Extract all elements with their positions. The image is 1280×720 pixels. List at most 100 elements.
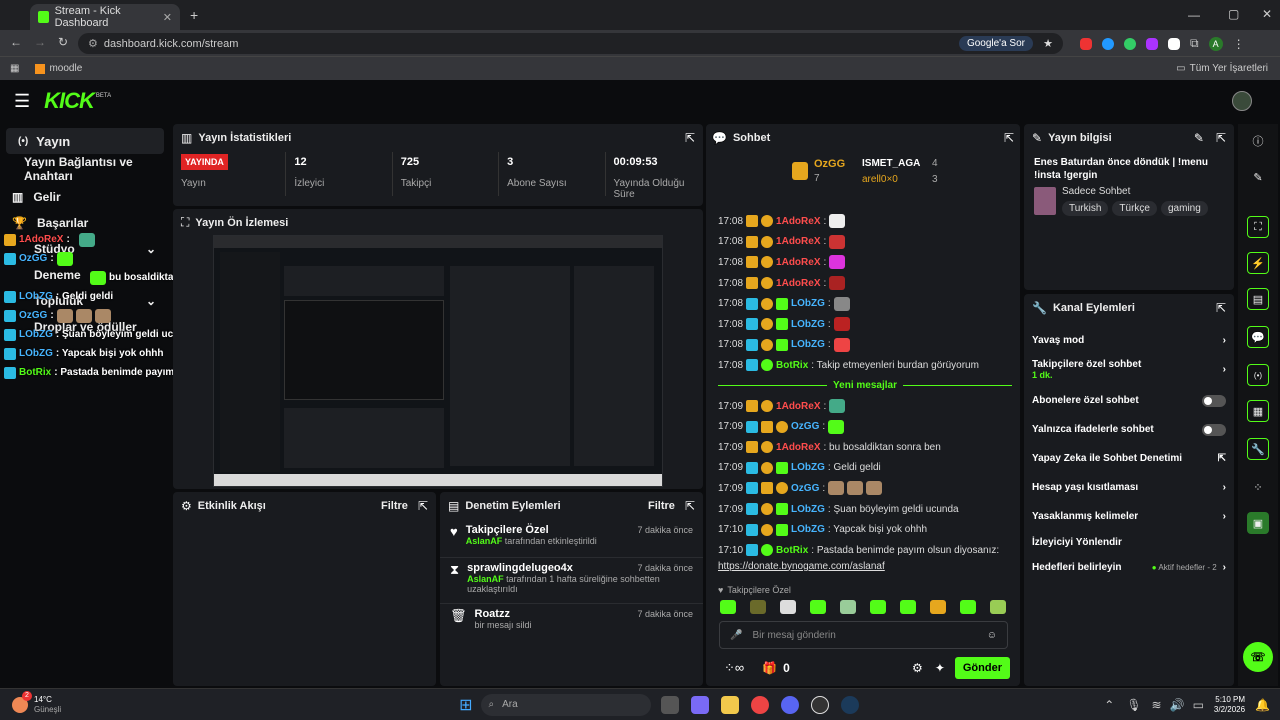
- user-avatar[interactable]: [1232, 91, 1252, 111]
- emote-icon[interactable]: [720, 600, 736, 614]
- channel-action-item[interactable]: Hesap yaşı kısıtlaması ›: [1032, 473, 1226, 502]
- new-tab-icon[interactable]: +: [190, 7, 198, 23]
- extension-icon[interactable]: [1168, 37, 1180, 50]
- message-username[interactable]: 1AdoReX: [776, 278, 820, 289]
- emote-icon[interactable]: [990, 600, 1006, 614]
- community-icon[interactable]: ⁘: [1247, 476, 1269, 498]
- emote-icon[interactable]: [780, 600, 796, 614]
- message-username[interactable]: OzGG: [791, 421, 819, 432]
- popout-icon[interactable]: ⇱: [685, 131, 695, 145]
- back-icon[interactable]: ←: [10, 35, 22, 49]
- support-button[interactable]: ☏: [1243, 642, 1273, 672]
- taskbar-search[interactable]: ⌕ Ara: [480, 693, 651, 716]
- channel-action-item[interactable]: Yapay Zeka ile Sohbet Denetimi ⇱: [1032, 444, 1226, 473]
- discord-icon[interactable]: [780, 695, 799, 714]
- menu-dots-icon[interactable]: ⋮: [1233, 37, 1245, 51]
- mod-item-user[interactable]: AslanAF: [467, 574, 504, 584]
- channel-action-item[interactable]: Abonelere özel sohbet: [1032, 386, 1226, 415]
- mod-item-user[interactable]: AslanAF: [466, 536, 503, 546]
- notification-icon[interactable]: 🔔: [1255, 698, 1270, 712]
- info-icon[interactable]: ⓘ: [1247, 130, 1269, 152]
- message-username[interactable]: 1AdoReX: [776, 216, 820, 227]
- channel-action-item[interactable]: Hedefleri belirleyin ● Aktif hedefler - 2…: [1032, 553, 1226, 582]
- tag[interactable]: Türkçe: [1112, 201, 1157, 216]
- emote-icon[interactable]: [930, 600, 946, 614]
- message-username[interactable]: BotRix: [776, 360, 808, 371]
- message-username[interactable]: LObZG: [791, 339, 825, 350]
- kick-logo[interactable]: KICK: [44, 88, 95, 114]
- minimize-icon[interactable]: —: [1188, 8, 1200, 22]
- filter-button[interactable]: Filtre: [648, 500, 675, 512]
- category-thumbnail[interactable]: [1034, 187, 1056, 215]
- profile-avatar[interactable]: A: [1208, 36, 1223, 51]
- puzzle-icon[interactable]: ⧉: [1190, 36, 1199, 51]
- forward-icon[interactable]: →: [34, 35, 46, 49]
- popout-icon[interactable]: ⇱: [1216, 131, 1226, 145]
- hamburger-icon[interactable]: ☰: [14, 91, 30, 112]
- wrench-icon[interactable]: 🔧: [1247, 438, 1269, 460]
- popout-icon[interactable]: ⇱: [1004, 131, 1014, 145]
- bookmark-moodle[interactable]: moodle: [49, 63, 82, 74]
- sidebar-item-stream-key[interactable]: Yayın Bağlantısı ve Anahtarı: [0, 155, 170, 183]
- message-username[interactable]: 1AdoReX: [776, 257, 820, 268]
- message-username[interactable]: OzGG: [791, 483, 819, 494]
- tag[interactable]: gaming: [1160, 201, 1208, 216]
- sidebar-item-yayin[interactable]: (•) Yayın: [6, 128, 164, 154]
- emoji-icon[interactable]: ☺: [987, 630, 997, 641]
- message-username[interactable]: BotRix: [776, 545, 808, 556]
- toggle-switch[interactable]: [1202, 394, 1226, 407]
- emote-icon[interactable]: [750, 600, 766, 614]
- message-username[interactable]: 1AdoReX: [776, 442, 820, 453]
- mic-icon[interactable]: 🎙: [1126, 698, 1141, 712]
- close-tab-icon[interactable]: ✕: [163, 11, 172, 24]
- taskview-icon[interactable]: [660, 695, 679, 714]
- battery-icon[interactable]: ▭: [1193, 698, 1204, 712]
- edit-icon[interactable]: ✎: [1194, 131, 1204, 145]
- emote-icon[interactable]: [840, 600, 856, 614]
- emote-icon[interactable]: [900, 600, 916, 614]
- toggle-switch[interactable]: [1202, 423, 1226, 436]
- settings-icon[interactable]: ⚙: [912, 661, 923, 675]
- obs-icon[interactable]: [810, 695, 829, 714]
- message-username[interactable]: 1AdoReX: [776, 236, 820, 247]
- filter-button[interactable]: Filtre: [381, 500, 408, 512]
- extension-icon[interactable]: [1102, 37, 1114, 50]
- gift-icon[interactable]: 🎁: [762, 661, 777, 675]
- mic-icon[interactable]: 🎤: [730, 630, 742, 641]
- preview-icon[interactable]: ⛶: [1247, 216, 1269, 238]
- popout-icon[interactable]: ⇱: [418, 499, 428, 513]
- send-button[interactable]: Gönder: [954, 657, 1010, 679]
- message-username[interactable]: LObZG: [791, 462, 825, 473]
- message-username[interactable]: LObZG: [791, 298, 825, 309]
- message-username[interactable]: LObZG: [791, 319, 825, 330]
- channel-action-item[interactable]: İzleyiciyi Yönlendir: [1032, 531, 1226, 553]
- star-icon[interactable]: ★: [1043, 37, 1053, 50]
- site-info-icon[interactable]: ⚙: [88, 37, 98, 50]
- message-username[interactable]: LObZG: [791, 524, 825, 535]
- broadcast-icon[interactable]: (•): [1247, 364, 1269, 386]
- document-icon[interactable]: ▤: [1247, 288, 1269, 310]
- close-window-icon[interactable]: ✕: [1262, 7, 1272, 21]
- message-username[interactable]: 1AdoReX: [776, 401, 820, 412]
- chrome-icon[interactable]: [750, 695, 769, 714]
- tray-chevron-icon[interactable]: ⌃: [1104, 698, 1114, 712]
- volume-icon[interactable]: 🔊: [1170, 698, 1185, 712]
- windows-start-icon[interactable]: ⊞: [459, 695, 472, 715]
- category-name[interactable]: Sadece Sohbet: [1062, 186, 1208, 197]
- maximize-icon[interactable]: ▢: [1228, 7, 1239, 21]
- mod-tools-icon[interactable]: ✦: [935, 661, 945, 675]
- donate-link[interactable]: https://donate.bynogame.com/aslanaf: [718, 561, 1012, 577]
- reload-icon[interactable]: ↻: [58, 35, 68, 49]
- wifi-icon[interactable]: ≋: [1152, 698, 1162, 712]
- extension-icon[interactable]: [1146, 37, 1158, 50]
- file-explorer-icon[interactable]: [720, 695, 739, 714]
- stream-preview-video[interactable]: [213, 235, 663, 487]
- infinity-icon[interactable]: ⁘∞: [724, 660, 744, 676]
- emote-icon[interactable]: [960, 600, 976, 614]
- google-ask-button[interactable]: Google'a Sor: [958, 36, 1033, 51]
- channel-action-item[interactable]: Yasaklanmış kelimeler ›: [1032, 502, 1226, 531]
- chat-input[interactable]: 🎤 Bir mesaj gönderin ☺: [719, 621, 1008, 649]
- extension-icon[interactable]: [1124, 37, 1136, 50]
- sidebar-item-gelir[interactable]: ▥ Gelir: [0, 184, 170, 210]
- clock[interactable]: 5:10 PM 3/2/2026: [1214, 695, 1245, 715]
